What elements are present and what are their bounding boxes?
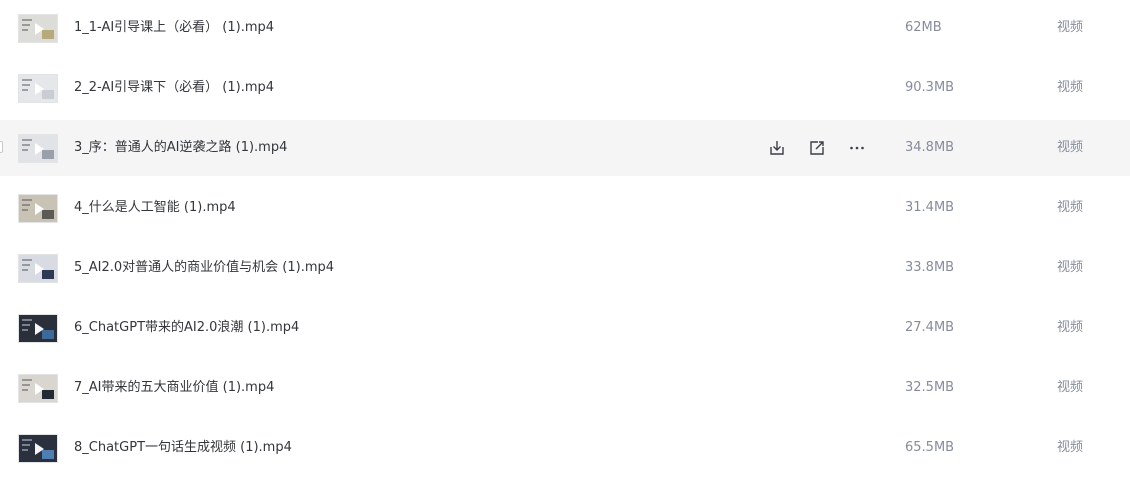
- file-size: 34.8MB: [905, 140, 955, 155]
- play-icon: [35, 22, 44, 35]
- file-type: 视频: [1057, 200, 1084, 215]
- thumbnail-detail: [22, 204, 30, 206]
- file-name[interactable]: 3_序：普通人的AI逆袭之路 (1).mp4: [74, 139, 287, 157]
- file-row[interactable]: 7_AI带来的五大商业价值 (1).mp4 32.5MB 视频: [0, 360, 1130, 416]
- row-checkbox[interactable]: [0, 141, 3, 153]
- play-icon: [35, 382, 44, 395]
- thumbnail-detail: [22, 209, 28, 211]
- thumbnail-detail: [22, 329, 28, 331]
- thumbnail-detail: [22, 379, 32, 381]
- thumbnail-detail: [22, 324, 30, 326]
- file-name[interactable]: 1_1-AI引导课上（必看） (1).mp4: [74, 19, 274, 37]
- play-icon: [35, 82, 44, 95]
- thumbnail-detail: [22, 24, 30, 26]
- file-type: 视频: [1057, 260, 1084, 275]
- file-type: 视频: [1057, 80, 1084, 95]
- file-size: 32.5MB: [905, 380, 955, 395]
- file-row[interactable]: 6_ChatGPT带来的AI2.0浪潮 (1).mp4 27.4MB 视频: [0, 300, 1130, 356]
- file-size: 90.3MB: [905, 80, 955, 95]
- video-thumbnail[interactable]: [18, 254, 58, 283]
- thumbnail-detail: [22, 319, 32, 321]
- download-button[interactable]: [767, 138, 787, 158]
- thumbnail-detail: [22, 84, 30, 86]
- file-name[interactable]: 8_ChatGPT一句话生成视频 (1).mp4: [74, 439, 292, 457]
- video-thumbnail[interactable]: [18, 14, 58, 43]
- file-size: 62MB: [905, 20, 942, 35]
- thumbnail-detail: [22, 389, 28, 391]
- file-list: 1_1-AI引导课上（必看） (1).mp4 62MB 视频 2_2-AI引导课下（必…: [0, 0, 1130, 488]
- thumbnail-detail: [22, 19, 32, 21]
- video-thumbnail[interactable]: [18, 74, 58, 103]
- file-size: 27.4MB: [905, 320, 955, 335]
- file-row[interactable]: 4_什么是人工智能 (1).mp4 31.4MB 视频: [0, 180, 1130, 236]
- file-type: 视频: [1057, 320, 1084, 335]
- file-row[interactable]: 2_2-AI引导课下（必看） (1).mp4 90.3MB 视频: [0, 60, 1130, 116]
- thumbnail-detail: [22, 259, 32, 261]
- thumbnail-detail: [22, 444, 30, 446]
- file-name[interactable]: 6_ChatGPT带来的AI2.0浪潮 (1).mp4: [74, 319, 299, 337]
- file-name[interactable]: 4_什么是人工智能 (1).mp4: [74, 199, 236, 217]
- file-size: 33.8MB: [905, 260, 955, 275]
- thumbnail-detail: [22, 264, 30, 266]
- file-row[interactable]: 8_ChatGPT一句话生成视频 (1).mp4 65.5MB 视频: [0, 420, 1130, 476]
- thumbnail-detail: [22, 149, 28, 151]
- thumbnail-detail: [22, 269, 28, 271]
- file-size: 31.4MB: [905, 200, 955, 215]
- thumbnail-detail: [22, 384, 30, 386]
- video-thumbnail[interactable]: [18, 134, 58, 163]
- more-button[interactable]: [847, 138, 867, 158]
- file-type: 视频: [1057, 20, 1084, 35]
- thumbnail-detail: [22, 144, 30, 146]
- file-name[interactable]: 7_AI带来的五大商业价值 (1).mp4: [74, 379, 274, 397]
- thumbnail-detail: [22, 29, 28, 31]
- video-thumbnail[interactable]: [18, 374, 58, 403]
- thumbnail-detail: [22, 139, 32, 141]
- play-icon: [35, 202, 44, 215]
- download-icon: [768, 139, 786, 157]
- video-thumbnail[interactable]: [18, 314, 58, 343]
- play-icon: [35, 442, 44, 455]
- share-icon: [808, 139, 826, 157]
- thumbnail-detail: [22, 449, 28, 451]
- file-size: 65.5MB: [905, 440, 955, 455]
- share-button[interactable]: [807, 138, 827, 158]
- thumbnail-detail: [22, 439, 32, 441]
- file-name[interactable]: 5_AI2.0对普通人的商业价值与机会 (1).mp4: [74, 259, 334, 277]
- file-row[interactable]: 1_1-AI引导课上（必看） (1).mp4 62MB 视频: [0, 0, 1130, 56]
- file-row[interactable]: 3_序：普通人的AI逆袭之路 (1).mp4 34.8MB 视频: [0, 120, 1130, 176]
- thumbnail-detail: [22, 89, 28, 91]
- play-icon: [35, 262, 44, 275]
- file-type: 视频: [1057, 380, 1084, 395]
- video-thumbnail[interactable]: [18, 434, 58, 463]
- more-icon: [848, 139, 866, 157]
- file-name[interactable]: 2_2-AI引导课下（必看） (1).mp4: [74, 79, 274, 97]
- video-thumbnail[interactable]: [18, 194, 58, 223]
- file-type: 视频: [1057, 440, 1084, 455]
- file-row[interactable]: 5_AI2.0对普通人的商业价值与机会 (1).mp4 33.8MB 视频: [0, 240, 1130, 296]
- play-icon: [35, 142, 44, 155]
- thumbnail-detail: [22, 79, 32, 81]
- thumbnail-detail: [22, 199, 32, 201]
- file-type: 视频: [1057, 140, 1084, 155]
- play-icon: [35, 322, 44, 335]
